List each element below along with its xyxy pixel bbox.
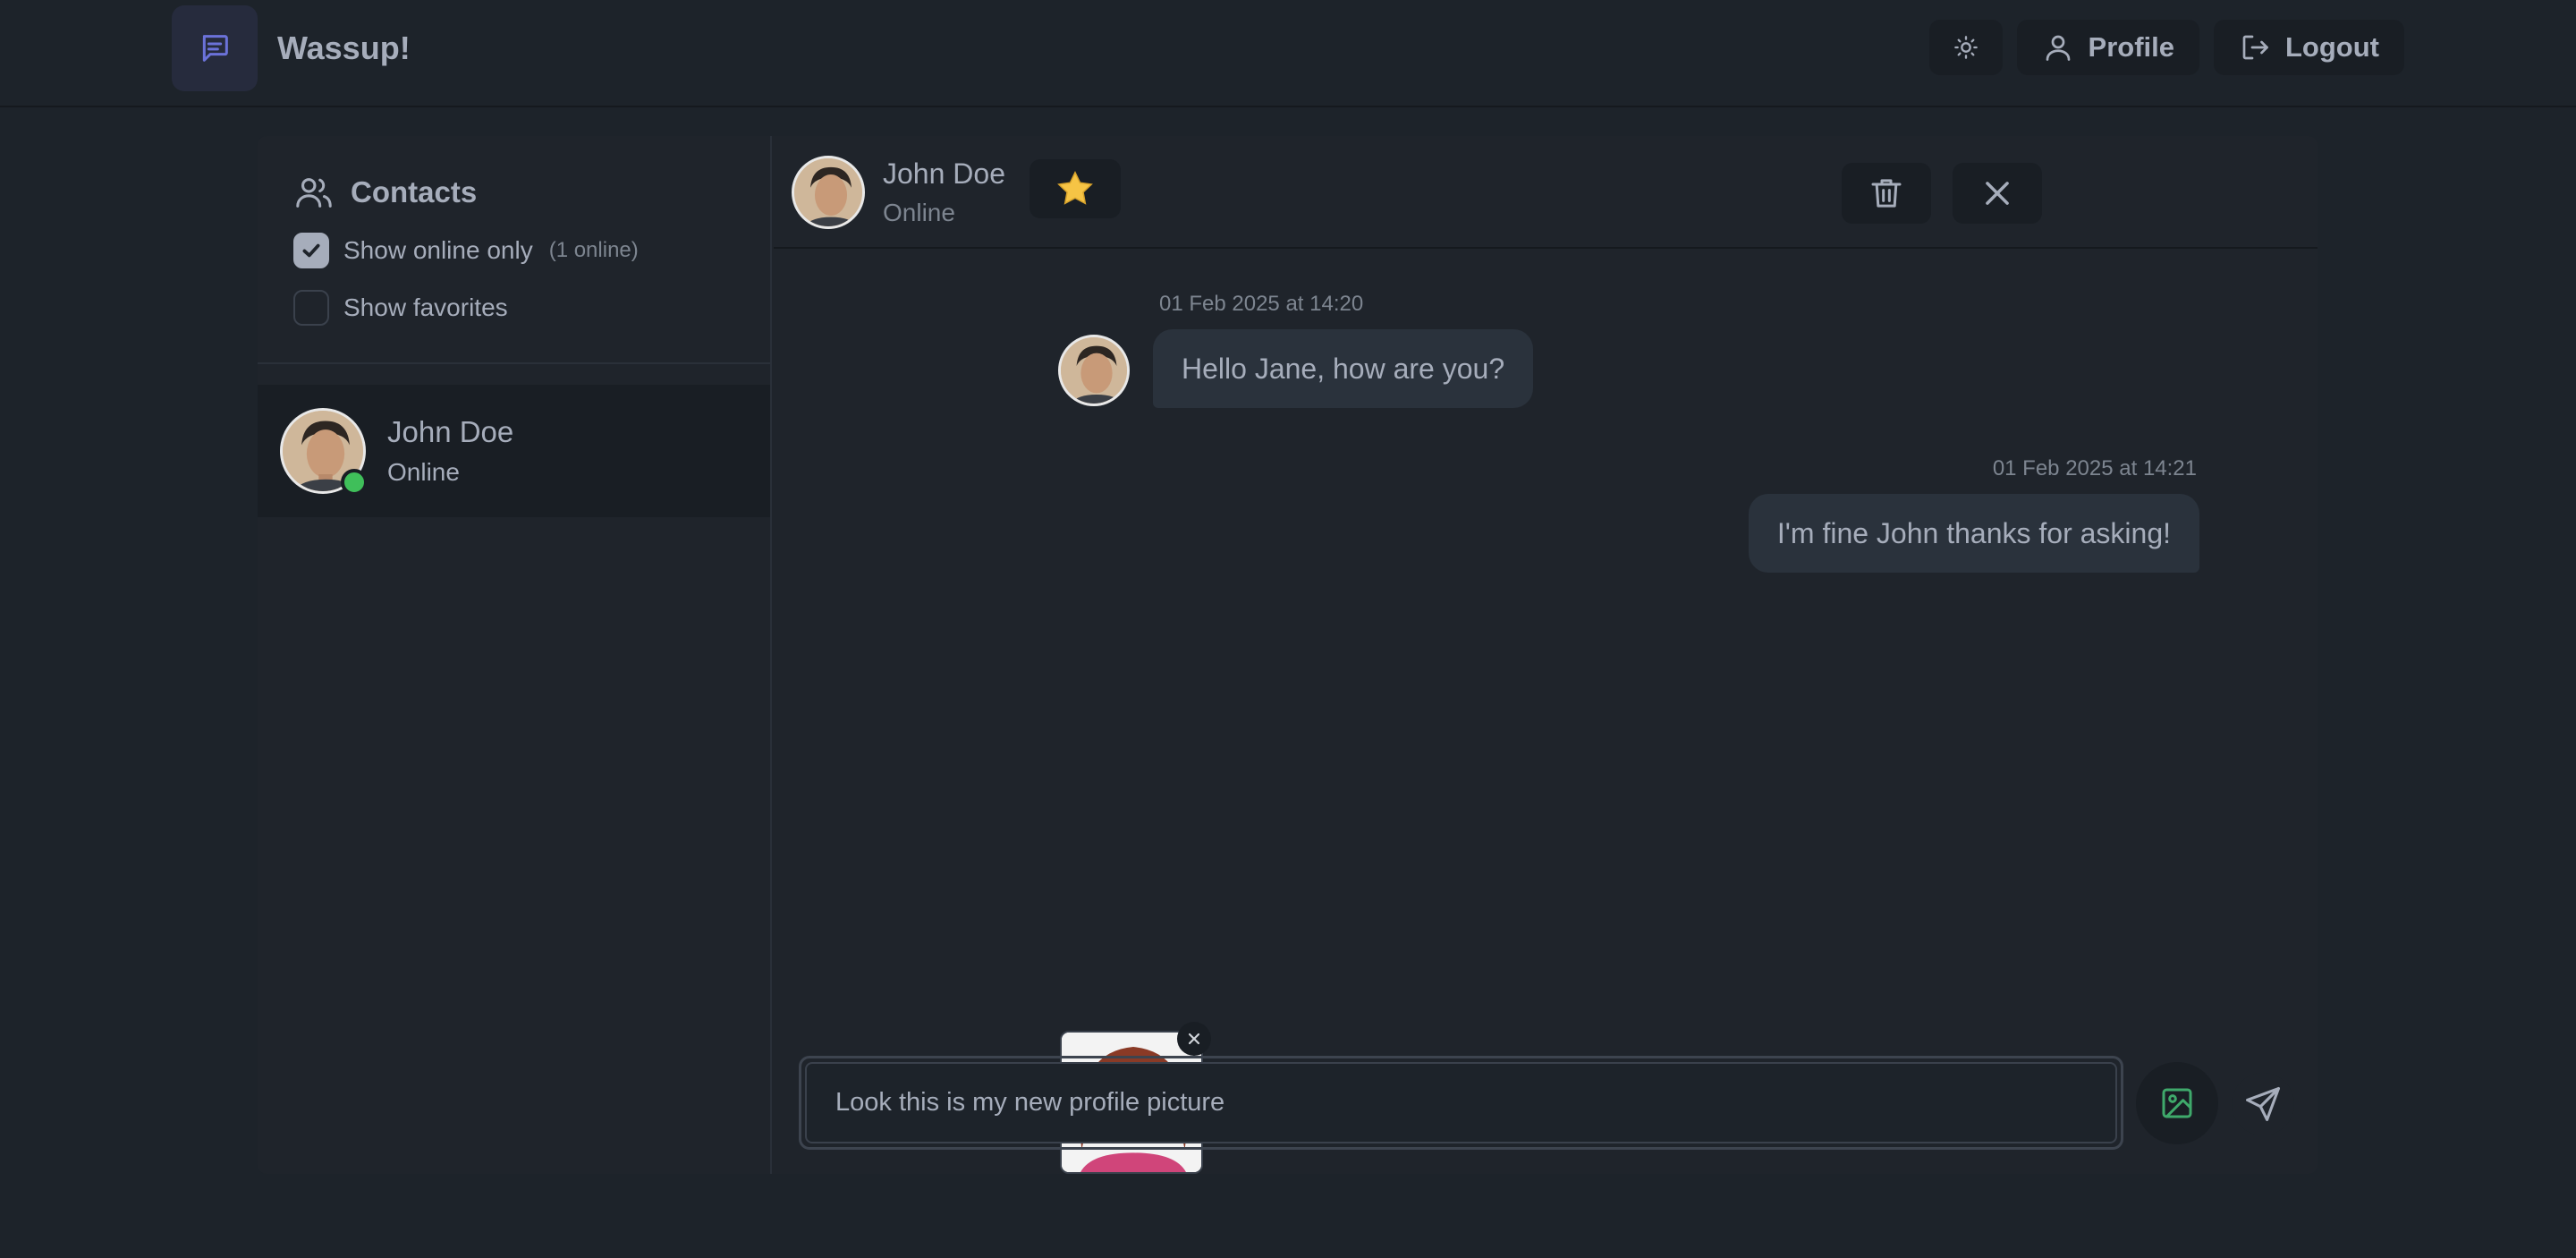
online-count: (1 online) — [548, 238, 639, 262]
favorites-checkbox[interactable] — [293, 290, 329, 326]
send-button[interactable] — [2232, 1073, 2294, 1135]
online-only-checkbox[interactable] — [293, 233, 329, 268]
message-avatar-contact — [1058, 335, 1130, 406]
favorites-label: Show favorites — [343, 293, 508, 321]
logout-icon — [2239, 31, 2271, 64]
online-only-label: Show online only — [343, 236, 533, 264]
message-input-wrapper: Look this is my new profile picture — [799, 1056, 2123, 1150]
brand[interactable]: Wassup! — [172, 5, 411, 91]
contacts-title: Contacts — [351, 175, 478, 208]
chat-header: John Doe Online — [774, 136, 2318, 249]
contact-item[interactable]: John Doe Online — [258, 385, 770, 517]
sun-icon — [1953, 35, 1979, 60]
message-bubble-received: Hello Jane, how are you? — [1153, 329, 1534, 408]
avatar — [1058, 335, 1130, 406]
sidebar-header: Contacts Show online only (1 online) Sho… — [293, 172, 741, 326]
main-card: Contacts Show online only (1 online) Sho… — [258, 136, 2318, 1174]
online-status-dot — [341, 469, 368, 496]
chat-contact-status: Online — [883, 199, 955, 226]
check-icon — [300, 239, 323, 262]
trash-icon — [1868, 175, 1904, 211]
image-icon — [2159, 1085, 2195, 1121]
app-title: Wassup! — [277, 30, 411, 66]
sidebar-divider — [258, 362, 772, 364]
delete-chat-button[interactable] — [1842, 163, 1931, 224]
profile-button[interactable]: Profile — [2016, 20, 2199, 75]
users-icon — [293, 172, 335, 213]
favorite-button[interactable] — [1030, 159, 1121, 218]
contact-text: John Doe Online — [387, 415, 513, 487]
contacts-heading: Contacts — [293, 172, 741, 213]
contact-name: John Doe — [387, 415, 514, 448]
contacts-sidebar: Contacts Show online only (1 online) Sho… — [258, 136, 772, 1174]
message-input[interactable]: Look this is my new profile picture — [805, 1062, 2117, 1143]
contact-status: Online — [387, 458, 460, 486]
chat-contact-name: John Doe — [883, 157, 1005, 190]
close-icon — [1980, 176, 2014, 210]
message-time: 01 Feb 2025 at 14:20 — [1159, 292, 1364, 316]
contact-avatar-wrap — [280, 408, 368, 496]
close-icon — [1185, 1030, 1203, 1048]
profile-label: Profile — [2088, 31, 2174, 63]
favorites-filter[interactable]: Show favorites — [293, 290, 741, 326]
theme-toggle-button[interactable] — [1928, 20, 2003, 75]
chat-panel: John Doe Online 01 Feb 2025 at 14:20 Hel… — [774, 136, 2318, 1174]
online-filter[interactable]: Show online only (1 online) — [293, 233, 741, 268]
send-icon — [2243, 1084, 2283, 1124]
nav-actions: Profile Logout — [1928, 20, 2404, 75]
remove-attachment-button[interactable] — [1177, 1022, 1211, 1056]
star-icon — [1055, 168, 1096, 209]
close-chat-button[interactable] — [1953, 163, 2042, 224]
attach-image-button[interactable] — [2136, 1062, 2218, 1144]
chat-bubble-icon — [172, 5, 258, 91]
chat-contact-avatar — [792, 156, 865, 229]
logout-label: Logout — [2284, 31, 2379, 63]
message-time: 01 Feb 2025 at 14:21 — [1992, 456, 2197, 480]
message-bubble-sent: I'm fine John thanks for asking! — [1748, 494, 2199, 573]
top-navbar: Wassup! Profile Logout — [0, 0, 2576, 107]
user-icon — [2042, 31, 2074, 64]
logout-button[interactable]: Logout — [2213, 20, 2404, 75]
